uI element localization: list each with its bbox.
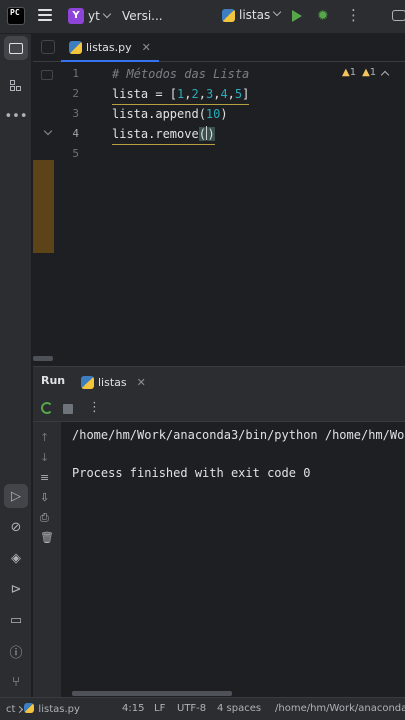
- scroll-down-icon[interactable]: ↓: [40, 452, 49, 464]
- code-line: 2 lista = [1,2,3,4,5]: [55, 84, 405, 105]
- scroll-up-icon[interactable]: ↑: [40, 432, 49, 444]
- chevron-right-icon: [16, 705, 24, 714]
- line-separator[interactable]: LF: [154, 703, 165, 714]
- scroll-to-end-icon[interactable]: ⇩: [40, 492, 49, 504]
- debug-button[interactable]: ✹: [317, 8, 329, 24]
- main-menu-icon[interactable]: [38, 9, 52, 23]
- run-toolbar: ⋮: [33, 396, 405, 422]
- code-text: lista.append(10): [112, 107, 228, 121]
- console-horizontal-scrollbar[interactable]: [72, 691, 232, 696]
- python-file-icon: [24, 703, 35, 713]
- trash-icon[interactable]: 🗑: [40, 532, 54, 544]
- breadcrumb-file: listas.py: [38, 704, 80, 715]
- code-line: 3 lista.append(10): [55, 104, 405, 124]
- code-comment: # Métodos das Lista: [112, 67, 250, 81]
- code-editor[interactable]: ▲1 ▲1 1 # Métodos das Lista 2 lista = [1…: [55, 62, 405, 362]
- structure-tool-button[interactable]: [4, 74, 28, 98]
- run-tab-listas[interactable]: listas ✕: [81, 367, 146, 397]
- print-icon[interactable]: ⎙: [40, 512, 49, 524]
- fold-toggle-icon[interactable]: [41, 70, 53, 80]
- run-panel-header: Run listas ✕: [33, 366, 405, 396]
- vcs-label: Versi...: [122, 9, 163, 23]
- more-actions-icon[interactable]: ⋮: [346, 7, 361, 23]
- app-logo: PC: [7, 7, 25, 25]
- close-run-tab-icon[interactable]: ✕: [137, 376, 146, 389]
- left-tool-strip: ••• ▷ ⊘ ◈ ⊳ ▭ ⓘ ⑂: [0, 34, 32, 697]
- caret-position[interactable]: 4:15: [122, 703, 144, 714]
- problems-icon[interactable]: ⓘ: [4, 639, 28, 663]
- more-options-icon[interactable]: ⋮: [88, 400, 101, 415]
- project-tool-button[interactable]: [4, 36, 28, 60]
- soft-wrap-icon[interactable]: ≡: [40, 472, 49, 484]
- indent-setting[interactable]: 4 spaces: [217, 703, 261, 714]
- project-name: yt: [88, 9, 100, 23]
- code-text: lista.remove(): [112, 124, 215, 145]
- vcs-widget[interactable]: Versi...: [122, 9, 163, 23]
- run-config-selector[interactable]: listas: [222, 7, 282, 22]
- python-packages-icon[interactable]: ⊘: [4, 515, 28, 539]
- python-file-icon: [222, 8, 235, 22]
- folder-icon: [9, 42, 23, 54]
- run-button[interactable]: [292, 10, 302, 22]
- run-console-output[interactable]: /home/hm/Work/anaconda3/bin/python /home…: [61, 422, 405, 697]
- chevron-down-icon: [102, 9, 112, 19]
- console-line: /home/hm/Work/anaconda3/bin/python /home…: [72, 428, 405, 442]
- python-interpreter[interactable]: /home/hm/Work/anaconda: [275, 703, 405, 714]
- status-bar: ct listas.py 4:15 LF UTF-8 4 spaces /home…: [0, 697, 405, 720]
- layers-icon[interactable]: ◈: [4, 546, 28, 570]
- git-icon[interactable]: ⑂: [4, 670, 28, 694]
- tab-listas-py[interactable]: listas.py ✕: [61, 34, 159, 62]
- breadcrumb[interactable]: ct listas.py: [6, 703, 80, 715]
- line-number: 2: [72, 87, 79, 100]
- chevron-down-icon: [272, 7, 282, 17]
- stop-icon[interactable]: [63, 404, 73, 414]
- code-line-current: 4 lista.remove(): [55, 124, 405, 145]
- terminal-icon[interactable]: ▭: [4, 608, 28, 632]
- python-file-icon: [81, 375, 94, 389]
- breadcrumb-start: ct: [6, 704, 16, 715]
- tabs-dropdown-icon[interactable]: [41, 40, 55, 54]
- vcs-change-marker: [33, 160, 54, 253]
- close-tab-icon[interactable]: ✕: [142, 41, 151, 54]
- main-toolbar: PC Y yt Versi... listas ✹ ⋮: [0, 0, 405, 34]
- editor-horizontal-scrollbar[interactable]: [33, 356, 53, 361]
- run-tool-button[interactable]: ▷: [4, 484, 28, 508]
- rerun-icon[interactable]: [41, 402, 53, 414]
- line-number: 1: [72, 67, 79, 80]
- run-side-toolbar: ↑ ↓ ≡ ⇩ ⎙ 🗑: [33, 422, 61, 697]
- console-line: Process finished with exit code 0: [72, 466, 311, 480]
- project-selector[interactable]: yt: [88, 9, 112, 23]
- project-badge[interactable]: Y: [68, 8, 84, 24]
- tab-label: listas.py: [86, 40, 132, 54]
- structure-icon: [10, 80, 22, 92]
- line-number: 3: [72, 107, 79, 120]
- line-number: 5: [72, 147, 79, 160]
- more-tools-icon[interactable]: •••: [4, 104, 28, 128]
- editor-tab-bar: listas.py ✕: [33, 34, 405, 62]
- code-line: 5: [55, 144, 405, 164]
- code-line: 1 # Métodos das Lista: [55, 64, 405, 84]
- window-icon[interactable]: [392, 10, 405, 21]
- code-text: lista = [1,2,3,4,5]: [112, 84, 250, 105]
- run-tab-label: listas: [98, 375, 127, 389]
- services-icon[interactable]: ⊳: [4, 577, 28, 601]
- run-panel-title: Run: [41, 374, 66, 387]
- line-number: 4: [72, 127, 79, 140]
- python-file-icon: [69, 40, 82, 54]
- file-encoding[interactable]: UTF-8: [177, 703, 206, 714]
- run-config-name: listas: [239, 8, 271, 22]
